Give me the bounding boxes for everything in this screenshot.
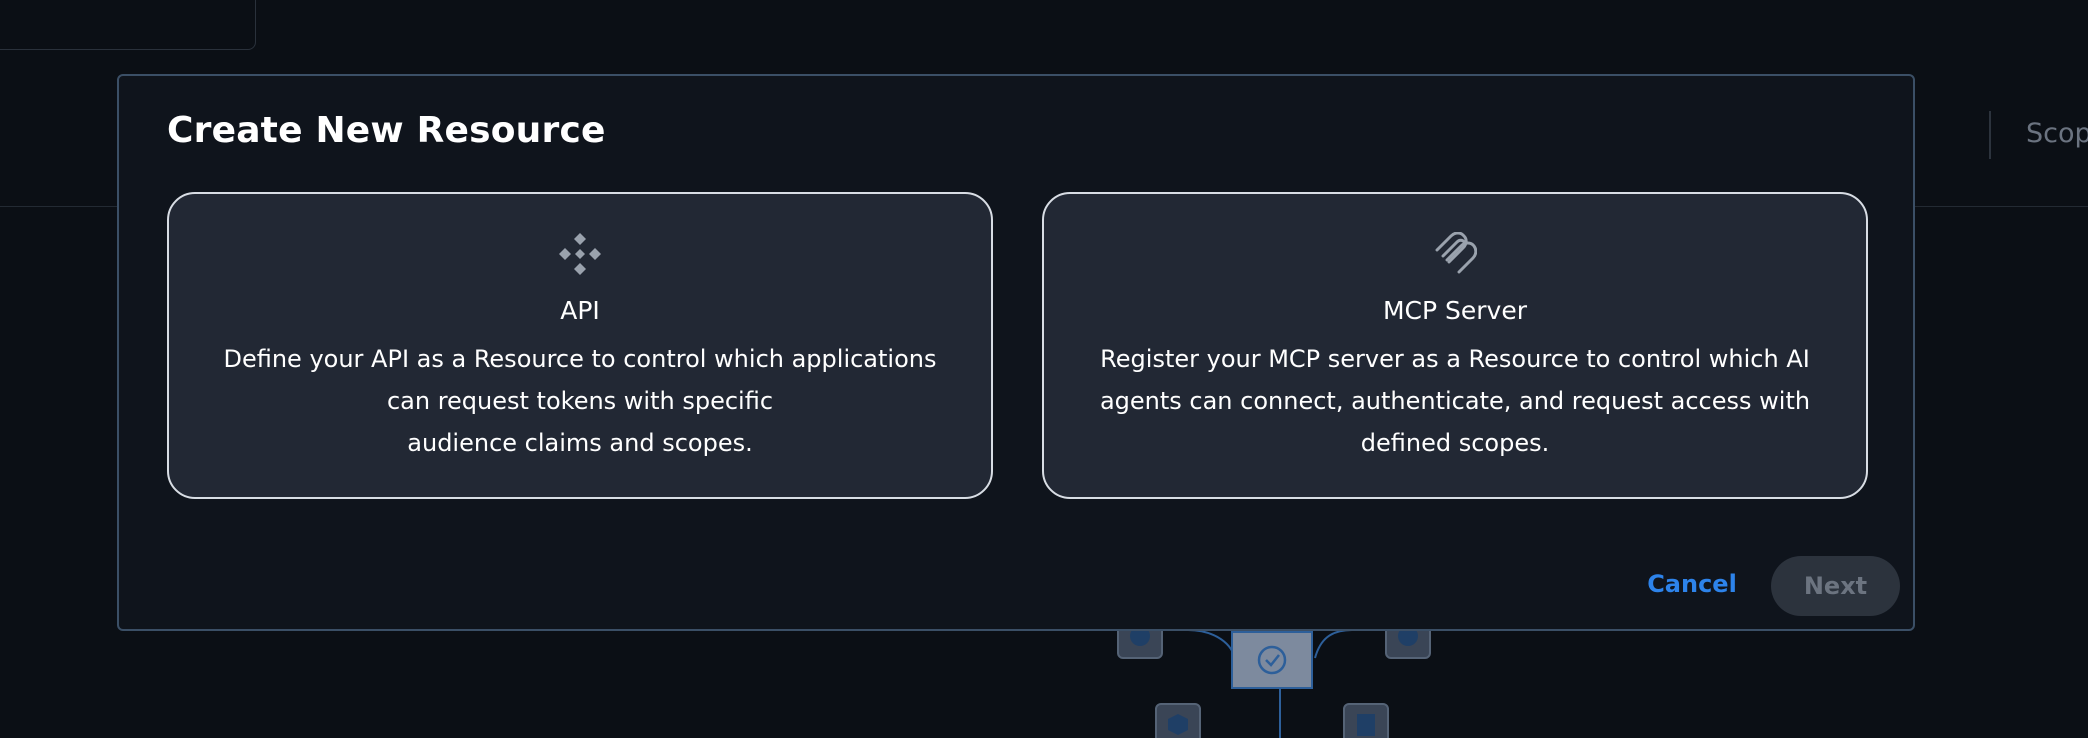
background-panel [0, 0, 256, 50]
api-card-description-line: audience claims and scopes. [407, 429, 753, 457]
api-card-description: Define your API as a Resource to control… [203, 338, 957, 464]
mcp-card-description: Register your MCP server as a Resource t… [1078, 338, 1832, 464]
api-card-description-line: can request tokens with specific [386, 387, 774, 415]
next-button[interactable]: Next [1771, 556, 1900, 616]
background-tab-separator [1989, 111, 1991, 159]
background-tab-scopes: Scop [2026, 118, 2088, 149]
api-card-label: API [560, 296, 600, 325]
dialog-title: Create New Resource [167, 110, 606, 151]
mcp-server-option-card[interactable]: MCP Server Register your MCP server as a… [1042, 192, 1868, 499]
mcp-card-description-line: defined scopes. [1360, 429, 1550, 457]
mcp-card-description-line: agents can connect, authenticate, and re… [1099, 387, 1811, 415]
cancel-button[interactable]: Cancel [1622, 556, 1762, 612]
mcp-link-icon [1435, 232, 1477, 274]
mcp-card-description-line: Register your MCP server as a Resource t… [1100, 345, 1810, 373]
mcp-card-label: MCP Server [1382, 296, 1528, 325]
api-option-card[interactable]: API Define your API as a Resource to con… [167, 192, 993, 499]
create-resource-dialog: Create New Resource API Define your API … [117, 74, 1915, 631]
api-card-description-line: Define your API as a Resource to control… [223, 345, 937, 373]
api-diamond-icon [559, 233, 601, 275]
